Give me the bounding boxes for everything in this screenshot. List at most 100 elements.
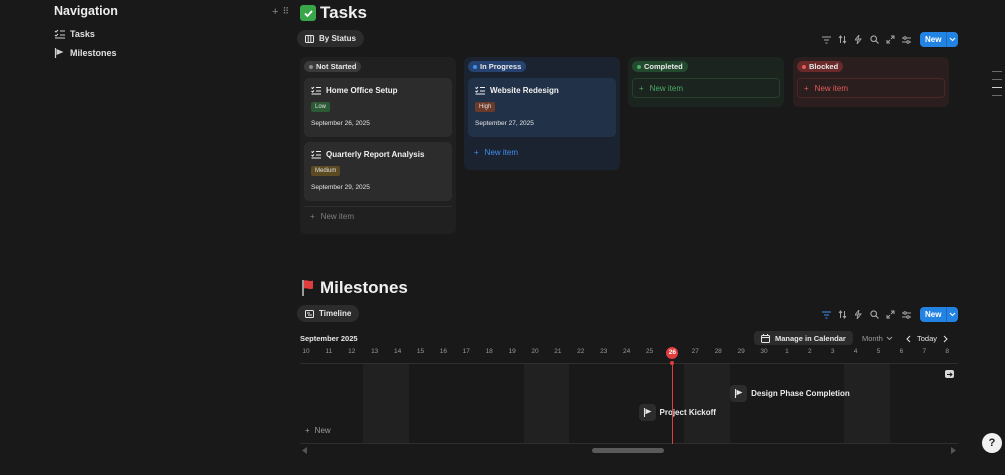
new-item-button[interactable]: + New item (468, 142, 616, 162)
milestones-heading: Milestones (300, 278, 408, 298)
today-button[interactable]: Today (917, 334, 937, 343)
card-date: September 27, 2025 (475, 120, 534, 127)
card-date: September 26, 2025 (311, 120, 370, 127)
scroll-right-icon[interactable] (950, 447, 956, 454)
milestone-item[interactable]: Design Phase Completion (730, 385, 850, 402)
sort-icon[interactable] (837, 309, 848, 320)
board-column: Blocked + New item (793, 57, 949, 107)
timeline-icon (305, 309, 314, 318)
status-dot-icon (473, 64, 477, 69)
task-card[interactable]: Website Redesign High September 27, 2025 (468, 78, 616, 137)
chevron-down-icon[interactable] (946, 307, 958, 322)
flag-icon (730, 385, 748, 402)
new-item-label: New item (484, 147, 519, 157)
new-item-button[interactable]: + New item (304, 206, 452, 226)
expand-icon[interactable] (885, 309, 896, 320)
weekend-band (844, 364, 890, 443)
card-title-row: Home Office Setup (311, 85, 445, 95)
status-badge[interactable]: Blocked (797, 61, 844, 72)
sort-icon[interactable] (837, 34, 848, 45)
help-button[interactable]: ? (982, 433, 1002, 453)
status-label: In Progress (480, 62, 522, 71)
status-dot-icon (802, 64, 806, 69)
milestones-new-button[interactable]: New (920, 307, 959, 322)
chevron-right-icon[interactable] (943, 335, 948, 343)
timeline-day: 7 (922, 348, 927, 355)
view-tab-label: By Status (319, 34, 356, 43)
view-tab-timeline[interactable]: Timeline (297, 305, 360, 322)
navigation-panel: Navigation Tasks Milestones (54, 4, 254, 62)
milestone-name: Design Phase Completion (751, 389, 850, 398)
timeline-day: 17 (462, 348, 470, 355)
timeline-month-label: September 2025 (300, 334, 358, 343)
expand-icon[interactable] (885, 34, 896, 45)
new-item-button[interactable]: + New item (632, 78, 780, 98)
board-column: In Progress Website Redesign High September… (464, 57, 620, 170)
plus-icon: + (804, 83, 809, 93)
nav-item-label: Milestones (70, 48, 117, 58)
timeline-day: 27 (691, 348, 699, 355)
timeline-scale-select[interactable]: Month (862, 334, 893, 343)
automation-icon[interactable] (853, 309, 864, 320)
column-header: Blocked (797, 61, 945, 72)
filter-icon[interactable] (821, 34, 832, 45)
timeline-day: 8 (945, 348, 949, 355)
arrow-right-box-icon[interactable] (945, 370, 954, 378)
task-card[interactable]: Home Office Setup Low September 26, 2025 (304, 78, 452, 137)
today-day-marker: 26 (666, 347, 679, 359)
weekend-band (523, 364, 570, 443)
new-item-button[interactable]: + New item (797, 78, 945, 98)
timeline-day: 1 (785, 348, 789, 355)
flag-icon (54, 48, 66, 58)
checklist-icon (311, 86, 321, 95)
add-block-icon[interactable]: + (272, 6, 278, 18)
card-title-row: Quarterly Report Analysis (311, 149, 445, 159)
new-item-label: New item (320, 212, 355, 221)
card-title: Quarterly Report Analysis (326, 149, 425, 159)
chevron-left-icon[interactable] (906, 335, 911, 343)
filter-icon[interactable] (821, 309, 832, 320)
scroll-left-icon[interactable] (302, 447, 308, 454)
tasks-heading: Tasks (300, 3, 367, 23)
help-icon: ? (988, 437, 996, 449)
timeline-day: 2 (807, 348, 812, 355)
search-icon[interactable] (869, 34, 880, 45)
automation-icon[interactable] (853, 34, 864, 45)
tasks-new-button[interactable]: New (920, 32, 959, 47)
status-label: Not Started (316, 62, 357, 71)
chevron-down-icon[interactable] (946, 32, 958, 47)
card-date: September 29, 2025 (311, 184, 370, 191)
nav-item-tasks[interactable]: Tasks (54, 25, 254, 43)
check-emoji-icon (300, 5, 316, 21)
nav-item-milestones[interactable]: Milestones (54, 44, 254, 62)
weekend-band (363, 364, 410, 443)
timeline-day: 16 (439, 348, 447, 355)
timeline-day: 6 (899, 348, 904, 355)
timeline-day: 14 (393, 348, 402, 355)
manage-in-calendar-button[interactable]: Manage in Calendar (754, 331, 853, 345)
status-badge[interactable]: Completed (632, 61, 688, 72)
page-outline-marks[interactable] (992, 71, 1002, 103)
card-title-row: Website Redesign (475, 85, 609, 95)
timeline-new-row[interactable]: + New (305, 426, 331, 435)
timeline-scrollbar[interactable] (300, 446, 958, 454)
priority-tag: Medium (311, 166, 341, 176)
settings-sliders-icon[interactable] (901, 34, 912, 45)
scrollbar-thumb[interactable] (592, 448, 664, 453)
priority-tag: High (475, 102, 496, 112)
timeline-nav: Today (906, 334, 948, 343)
timeline-day: 29 (737, 348, 745, 355)
search-icon[interactable] (869, 309, 880, 320)
settings-sliders-icon[interactable] (901, 309, 912, 320)
status-badge[interactable]: Not Started (304, 61, 362, 72)
task-card[interactable]: Quarterly Report Analysis Medium September… (304, 142, 452, 201)
status-badge[interactable]: In Progress (468, 61, 527, 72)
view-tab-by-status[interactable]: By Status (297, 30, 364, 47)
page-title: Tasks (320, 3, 367, 22)
calendar-icon (761, 333, 770, 343)
milestone-item[interactable]: Project Kickoff (638, 404, 716, 421)
drag-handle-icon[interactable]: ⠿ (282, 6, 289, 18)
block-controls: + ⠿ (272, 6, 289, 18)
milestones-toolbar: New (821, 307, 959, 322)
priority-tag: Low (311, 102, 331, 112)
